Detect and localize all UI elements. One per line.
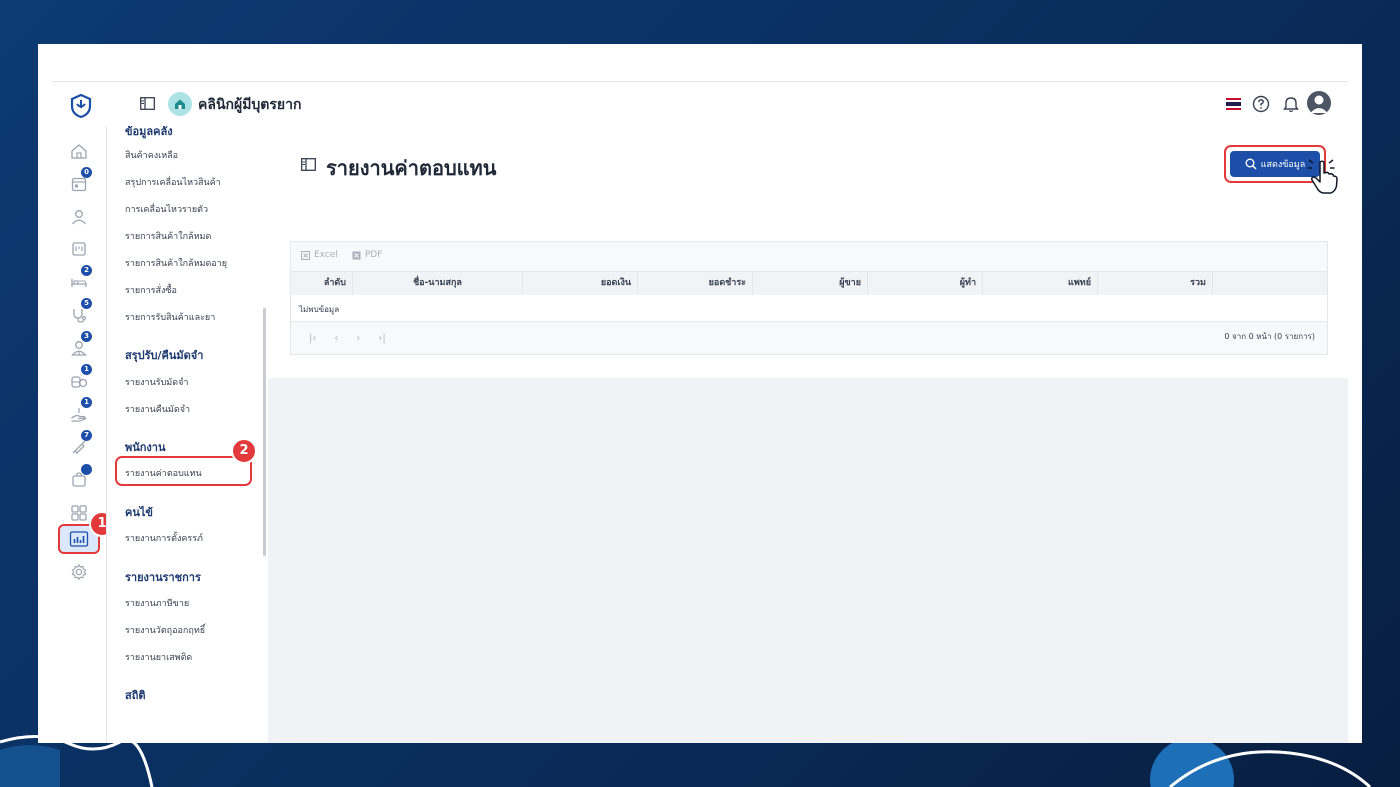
menu-item-deposit-returned[interactable]: รายงานคืนมัดจำ [125,402,190,416]
page-info: 0 จาก 0 หน้า (0 รายการ) [1224,332,1315,341]
rail-grid-icon[interactable] [69,503,89,523]
rail-gear-icon[interactable] [69,562,89,582]
home-icon [168,92,192,116]
next-page-icon[interactable]: › [356,333,360,344]
avatar[interactable] [1307,91,1331,115]
report-content: Excel PDF ลำดับ ชื่อ-นามสกุล ยอดเงิน ยอด… [268,204,1348,378]
menu-item-deposit-received[interactable]: รายงานรับมัดจำ [125,375,188,389]
top-bar: คลินิกผู้มีบุตรยาก [52,81,1348,128]
menu-heading-statistics: สถิติ [125,689,146,702]
rail-stethoscope-icon[interactable]: 5 [69,298,92,325]
export-pdf-label: PDF [364,250,383,260]
reports-submenu: ข้อมูลคลัง สินค้าคงเหลือ สรุปการเคลื่อนไ… [106,126,270,743]
export-toolbar: Excel PDF [301,250,382,260]
badge [81,464,92,475]
rail-syringe-icon[interactable]: 7 [69,430,92,457]
page-title: รายงานค่าตอบแทน [326,156,497,180]
panel-icon[interactable] [301,158,316,171]
badge: 1 [81,364,92,375]
menu-item-low-stock[interactable]: รายการสินค้าใกล้หมด [125,229,211,243]
menu-item-item-movement[interactable]: การเคลื่อนไหวรายตัว [125,202,208,216]
menu-item-near-expiry[interactable]: รายการสินค้าใกล้หมดอายุ [125,256,227,270]
export-pdf-button[interactable]: PDF [352,250,383,260]
column-header-seller[interactable]: ผู้ขาย [753,272,868,295]
badge: 7 [81,430,92,441]
menu-heading-staff: พนักงาน [125,441,166,454]
table-row: ไม่พบข้อมูล [291,295,1327,322]
rail-clipboard-icon[interactable] [69,239,89,259]
last-page-icon[interactable]: ›| [378,333,385,344]
badge: 0 [81,167,92,178]
badge: 1 [81,397,92,408]
icon-rail: 0 2 5 3 1 1 7 1 [52,126,115,743]
column-header-doctor[interactable]: แพทย์ [983,272,1098,295]
column-header-amount[interactable]: ยอดเงิน [523,272,638,295]
app-window: คลินิกผู้มีบุตรยาก 0 2 5 3 1 1 7 1 ข้อมู… [38,44,1362,743]
shield-heart-icon[interactable] [68,93,94,119]
column-header-paid[interactable]: ยอดชำระ [638,272,753,295]
rail-calendar-icon[interactable]: 0 [69,167,92,194]
prev-page-icon[interactable]: ‹ [334,333,338,344]
menu-heading-deposit: สรุปรับ/คืนมัดจำ [125,349,204,362]
page-header: รายงานค่าตอบแทน แสดงข้อมูล [268,126,1348,205]
sidebar-toggle-icon[interactable] [140,97,155,110]
first-page-icon[interactable]: |‹ [309,333,316,344]
clinic-name: คลินิกผู้มีบุตรยาก [198,97,302,113]
rail-cart-icon[interactable] [69,464,92,490]
export-excel-label: Excel [314,250,338,260]
column-header-operator[interactable]: ผู้ทำ [868,272,983,295]
rail-doctor-icon[interactable]: 3 [69,331,92,358]
main-content: รายงานค่าตอบแทน แสดงข้อมูล Excel PDF ลำด… [268,126,1348,743]
empty-message: ไม่พบข้อมูล [299,305,340,314]
badge: 3 [81,331,92,342]
rail-hand-pay-icon[interactable]: 1 [69,397,92,424]
menu-item-stock-balance[interactable]: สินค้าคงเหลือ [125,148,178,162]
badge: 5 [81,298,92,309]
menu-item-narcotics[interactable]: รายงานยาเสพติด [125,650,192,664]
pagination: |‹ ‹ › ›| [309,333,386,344]
rail-user-icon[interactable] [69,207,89,227]
help-icon[interactable] [1252,95,1270,113]
menu-heading-patient: คนไข้ [125,506,153,519]
search-icon [1245,158,1257,170]
excel-icon [301,250,310,260]
badge: 2 [81,265,92,276]
rail-bed-icon[interactable]: 2 [69,265,92,292]
column-header-order[interactable]: ลำดับ [291,272,353,295]
show-data-label: แสดงข้อมูล [1260,160,1306,170]
bell-icon[interactable] [1283,95,1299,113]
menu-item-sales-tax[interactable]: รายงานภาษีขาย [125,596,189,610]
rail-pills-icon[interactable]: 1 [69,364,92,391]
rail-chart-icon[interactable] [69,529,89,549]
column-header-name[interactable]: ชื่อ-นามสกุล [353,272,523,295]
submenu-scrollbar[interactable] [263,308,266,556]
table-header: ลำดับ ชื่อ-นามสกุล ยอดเงิน ยอดชำระ ผู้ขา… [291,271,1327,296]
column-header-total[interactable]: รวม [1098,272,1213,295]
step-marker-two: 2 [231,438,257,464]
pdf-icon [352,251,361,259]
menu-item-psychotropic[interactable]: รายงานวัตถุออกฤทธิ์ [125,623,205,637]
menu-item-purchase-orders[interactable]: รายการสั่งซื้อ [125,283,177,297]
menu-item-compensation-report[interactable]: รายงานค่าตอบแทน [125,466,202,480]
rail-home-icon[interactable] [69,141,89,161]
export-excel-button[interactable]: Excel [301,250,338,260]
report-table: Excel PDF ลำดับ ชื่อ-นามสกุล ยอดเงิน ยอด… [290,241,1328,355]
menu-heading-government: รายงานราชการ [125,571,201,584]
hand-cursor-icon [1307,159,1338,194]
menu-item-stock-movement-summary[interactable]: สรุปการเคลื่อนไหวสินค้า [125,175,221,189]
menu-heading-stock: ข้อมูลคลัง [125,126,173,138]
menu-item-pregnancy-report[interactable]: รายงานการตั้งครรภ์ [125,531,203,545]
thai-flag-icon[interactable] [1226,98,1241,110]
menu-item-goods-received[interactable]: รายการรับสินค้าและยา [125,310,215,324]
